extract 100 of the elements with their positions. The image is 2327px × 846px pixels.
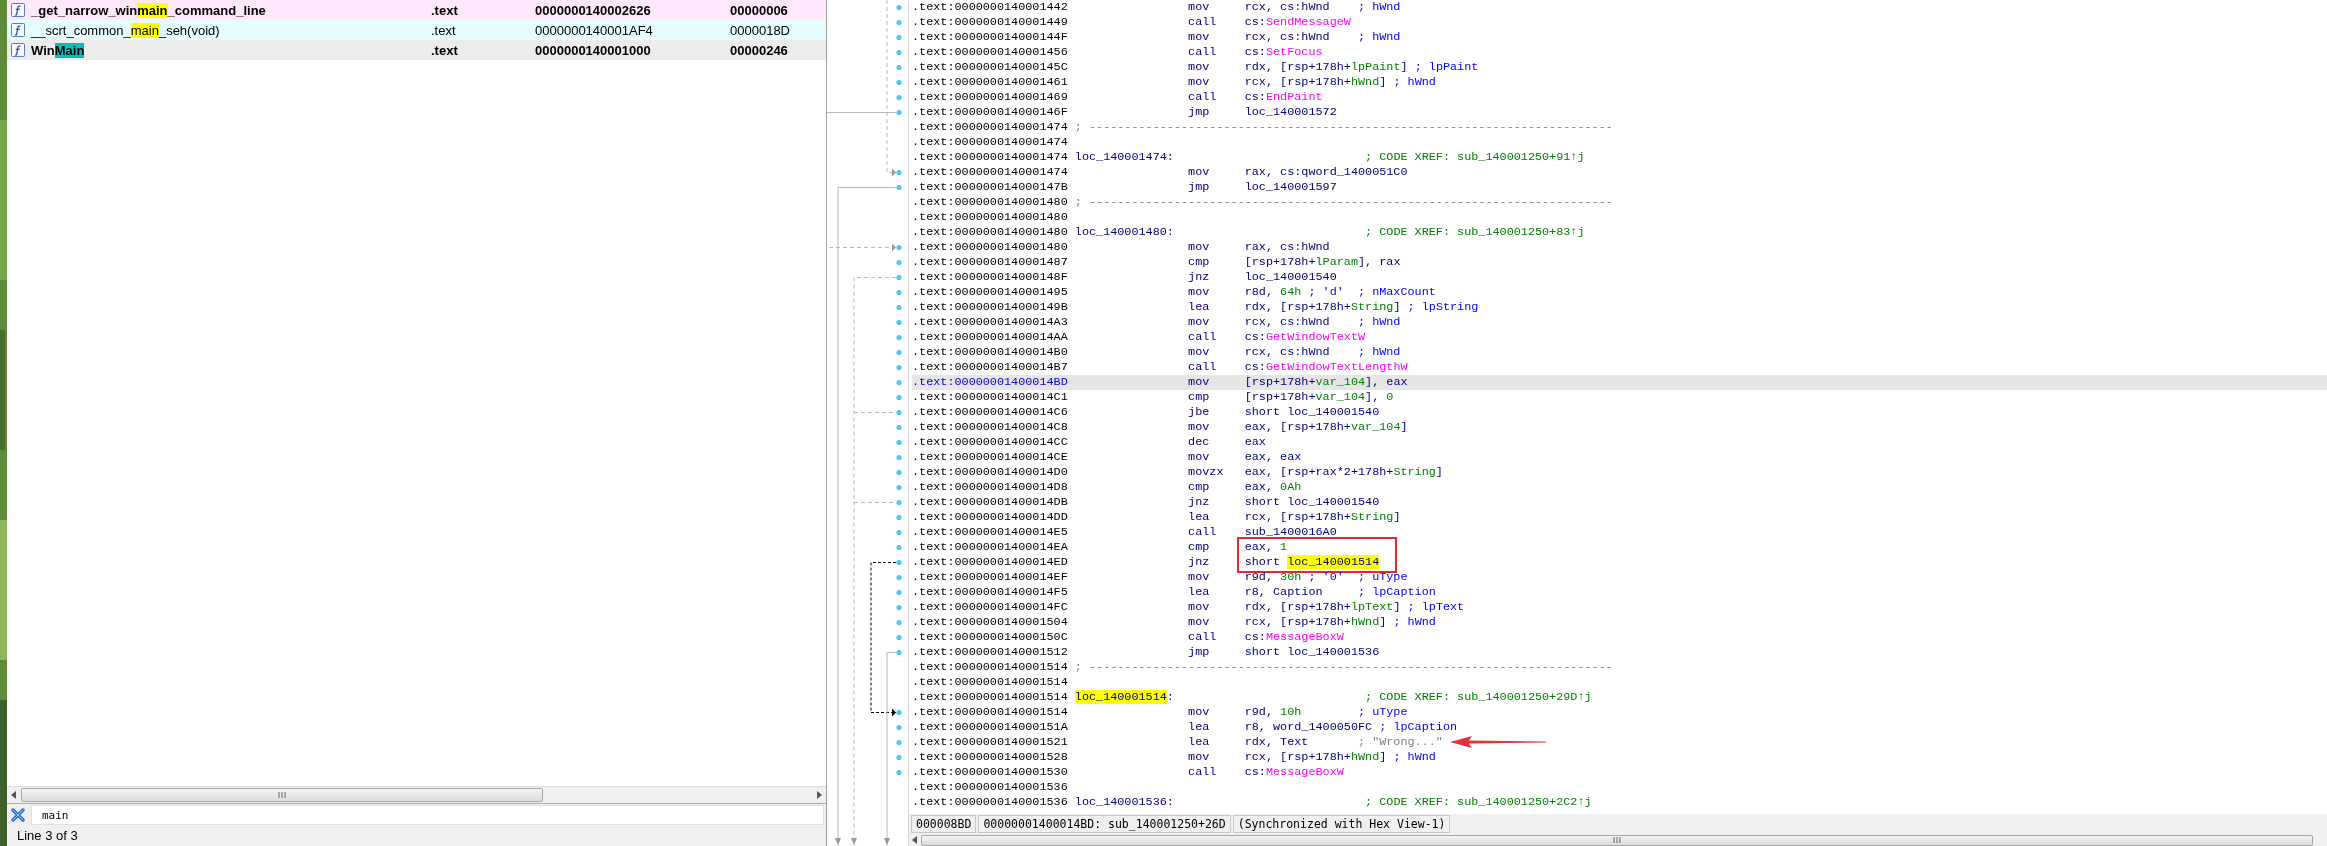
comment: ; hWnd	[1357, 30, 1401, 44]
address: .text:00000001400014C6	[912, 405, 1068, 420]
comment: ; lpCaption	[1357, 585, 1436, 599]
address: .text:00000001400014ED	[912, 555, 1068, 570]
address: .text:000000014000146F	[912, 105, 1068, 120]
address: .text:0000000140001514	[912, 660, 1068, 675]
mnemonic: mov	[1188, 705, 1211, 720]
operand: rcx, cs:hWnd	[1244, 345, 1331, 360]
comment: ; hWnd	[1393, 750, 1436, 764]
operand: rcx, [rsp+178h+hWnd]	[1244, 750, 1387, 765]
mnemonic: movzx	[1188, 465, 1225, 480]
operand: [rsp+178h+var_104], 0	[1244, 390, 1394, 405]
address: .text:00000001400014B0	[912, 345, 1068, 360]
comment: ; nMaxCount	[1357, 285, 1436, 299]
segment-cell-text: .text	[431, 22, 457, 38]
mnemonic: mov	[1188, 285, 1211, 300]
operand: loc_140001540	[1244, 270, 1338, 285]
address: .text:00000001400014F5	[912, 585, 1068, 600]
separator-comment: ; --------------------------------------------------------------------------	[1074, 195, 1613, 209]
code-label[interactable]: loc_140001536:	[1074, 795, 1366, 810]
comment: ; hWnd	[1357, 315, 1401, 329]
address: .text:0000000140001530	[912, 765, 1068, 780]
operand: rax, cs:qword_1400051C0	[1244, 165, 1408, 180]
mnemonic: lea	[1188, 585, 1211, 600]
mnemonic: jnz	[1188, 270, 1211, 285]
address: .text:000000014000145C	[912, 60, 1068, 75]
address: .text:00000001400014E5	[912, 525, 1068, 540]
operand: rcx, cs:hWnd	[1244, 30, 1331, 45]
code-label[interactable]: loc_140001514:	[1074, 690, 1366, 705]
length-cell-text: 00000006	[730, 2, 789, 18]
comment: ; lpCaption	[1379, 720, 1458, 734]
operand: cs:MessageBoxW	[1244, 765, 1345, 780]
operand: eax	[1244, 435, 1267, 450]
function-icon	[11, 43, 25, 57]
address: .text:00000001400014CC	[912, 435, 1068, 450]
comment: ; lpText	[1407, 600, 1465, 614]
mnemonic: mov	[1188, 75, 1211, 90]
function-row[interactable]: WinMain .text 0000000140001000 00000246	[7, 40, 826, 60]
mnemonic: cmp	[1188, 390, 1211, 405]
mnemonic: call	[1188, 765, 1218, 780]
address: .text:000000014000150C	[912, 630, 1068, 645]
mnemonic: mov	[1188, 30, 1211, 45]
mnemonic: mov	[1188, 375, 1211, 390]
address: .text:00000001400014CE	[912, 450, 1068, 465]
mnemonic: lea	[1188, 300, 1211, 315]
segment-cell-text: .text	[431, 2, 459, 18]
address: .text:000000014000148F	[912, 270, 1068, 285]
comment: ; lpString	[1407, 300, 1479, 314]
operand: rdx, [rsp+178h+lpText]	[1244, 600, 1401, 615]
address: .text:00000001400014BD	[912, 375, 1068, 390]
address: .text:0000000140001487	[912, 255, 1068, 270]
status-cell: 00000001400014BD: sub_140001250+26D	[978, 815, 1231, 833]
status-cell: 000008BD	[911, 815, 977, 833]
operand: cs:SendMessageW	[1244, 15, 1351, 30]
operand: cs:GetWindowTextW	[1244, 330, 1366, 345]
operand: rcx, [rsp+178h+hWnd]	[1244, 75, 1387, 90]
operand: eax, [rsp+rax*2+178h+String]	[1244, 465, 1443, 480]
address: .text:00000001400014FC	[912, 600, 1068, 615]
address: .text:0000000140001480	[912, 195, 1068, 210]
code-label[interactable]: loc_140001480:	[1074, 225, 1366, 240]
clear-filter-icon[interactable]	[11, 808, 25, 822]
operand: short loc_140001540	[1244, 405, 1380, 420]
address: .text:0000000140001514	[912, 675, 1068, 690]
address: .text:0000000140001480	[912, 240, 1068, 255]
length-cell-text: 00000246	[730, 42, 789, 58]
filter-field[interactable]: main	[31, 805, 824, 825]
operand: short loc_140001540	[1244, 495, 1380, 510]
comment: ; "Wrong..."	[1357, 735, 1443, 749]
horizontal-scrollbar[interactable]	[7, 786, 826, 804]
scroll-thumb[interactable]	[21, 788, 543, 802]
start-cell-text: 0000000140001000	[535, 42, 652, 58]
address: .text:0000000140001528	[912, 750, 1068, 765]
mnemonic: cmp	[1188, 480, 1211, 495]
mnemonic: call	[1188, 90, 1218, 105]
operand: rcx, cs:hWnd	[1244, 315, 1331, 330]
grip-icon	[278, 792, 286, 798]
address: .text:000000014000151A	[912, 720, 1068, 735]
address: .text:0000000140001504	[912, 615, 1068, 630]
code-label[interactable]: loc_140001474:	[1074, 150, 1366, 165]
address: .text:0000000140001456	[912, 45, 1068, 60]
mnemonic: mov	[1188, 420, 1211, 435]
comment: ; CODE XREF: sub_140001250+29D↑j	[1365, 690, 1592, 704]
address: .text:0000000140001480	[912, 225, 1068, 240]
mnemonic: jmp	[1188, 180, 1211, 195]
operand: r8, Caption	[1244, 585, 1324, 600]
operand: rdx, [rsp+178h+lpPaint]	[1244, 60, 1408, 75]
address: .text:0000000140001474	[912, 120, 1068, 135]
operand: cs:SetFocus	[1244, 45, 1324, 60]
comment: ; uType	[1357, 570, 1408, 584]
operand: rdx, Text	[1244, 735, 1310, 750]
status-cell: (Synchronized with Hex View-1)	[1232, 815, 1451, 833]
address: .text:0000000140001449	[912, 15, 1068, 30]
mnemonic: mov	[1188, 240, 1211, 255]
address: .text:00000001400014C1	[912, 390, 1068, 405]
mnemonic: mov	[1188, 345, 1211, 360]
address: .text:00000001400014D8	[912, 480, 1068, 495]
operand: r9d, 30h ; '0'	[1244, 570, 1345, 585]
address: .text:00000001400014EA	[912, 540, 1068, 555]
operand: r9d, 10h	[1244, 705, 1303, 720]
address: .text:0000000140001480	[912, 210, 1068, 225]
